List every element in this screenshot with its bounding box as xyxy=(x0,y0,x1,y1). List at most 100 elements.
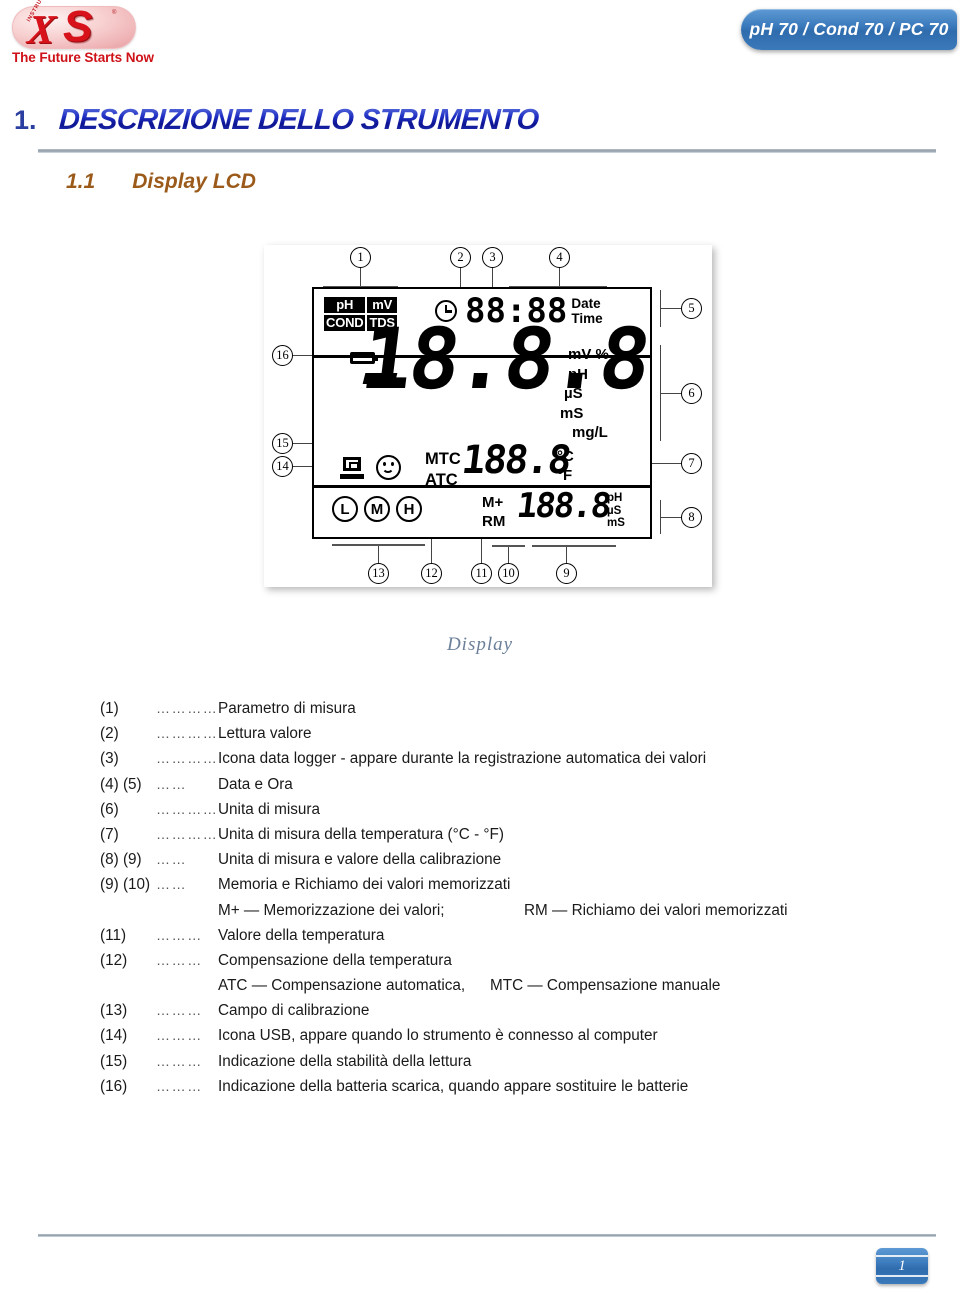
callout-13-leader xyxy=(378,545,380,563)
memory-value: 188.8 xyxy=(514,486,612,526)
legend-number: (16) xyxy=(100,1077,128,1095)
legend-dots: ………… xyxy=(156,700,218,716)
callout-5: 5 xyxy=(681,298,702,319)
legend-dots: ………… xyxy=(156,825,218,842)
callout-13: 13 xyxy=(368,563,389,584)
legend-text: Icona data logger - appare durante la re… xyxy=(218,750,707,768)
legend-text: Unita di misura della temperatura (°C - … xyxy=(218,825,504,843)
logo-tagline: The Future Starts Now xyxy=(12,50,154,65)
subsection-title: Display LCD xyxy=(132,170,256,193)
legend-dots: ……… xyxy=(156,1052,203,1069)
figure-caption: Display xyxy=(446,634,514,655)
legend-dots: ……… xyxy=(156,1077,203,1094)
callout-6-bracket xyxy=(660,345,662,441)
legend-item-8-9: (8) (9) …… Unita di misura e valore dell… xyxy=(100,851,900,869)
legend-item-9-10: (9) (10) …… Memoria e Richiamo dei valor… xyxy=(100,876,900,894)
callout-8: 8 xyxy=(681,507,702,528)
legend-number: (13) xyxy=(100,1002,128,1020)
callout-2: 2 xyxy=(450,247,471,268)
subsection-heading: 1.1 Display LCD xyxy=(66,170,256,194)
callout-8-bracket xyxy=(660,500,662,534)
legend-item-1: (1) ………… Parametro di misura xyxy=(100,700,900,718)
smiley-mouth xyxy=(382,465,394,473)
legend-item-11: (11) ……… Valore della temperatura xyxy=(100,927,900,945)
memory-unit-ms: mS xyxy=(607,517,625,529)
calibration-range-indicators: L M H xyxy=(332,496,422,522)
legend-item-15: (15) ……… Indicazione della stabilità del… xyxy=(100,1053,900,1071)
subsection-number: 1.1 xyxy=(66,170,96,193)
usb-base-part xyxy=(340,474,364,479)
section-title: DESCRIZIONE DELLO STRUMENTO xyxy=(57,104,539,136)
legend-number: (1) xyxy=(100,700,119,717)
legend-list: (1) ………… Parametro di misura (2) ………… Le… xyxy=(100,700,900,1103)
callout-6: 6 xyxy=(681,383,702,404)
memory-unit-us: µS xyxy=(607,504,622,517)
legend-text: Icona USB, appare quando lo strumento è … xyxy=(218,1027,658,1045)
legend-memory-note-store: M+ — Memorizzazione dei valori; xyxy=(218,901,445,919)
legend-number: (2) xyxy=(100,725,119,743)
brand-logo: X S INSTRUMENTS ® The Future Starts Now xyxy=(8,0,188,76)
section-divider xyxy=(38,149,936,153)
callout-1: 1 xyxy=(350,247,371,268)
model-badge: pH 70 / Cond 70 / PC 70 xyxy=(741,9,957,50)
legend-dots: ……… xyxy=(156,926,203,943)
callout-15: 15 xyxy=(272,433,293,454)
callout-4-leader xyxy=(559,268,561,287)
legend-item-16: (16) ……… Indicazione della batteria scar… xyxy=(100,1078,900,1096)
legend-text: Unita di misura xyxy=(218,800,321,818)
legend-number: (12) xyxy=(100,951,128,969)
temperature-unit-labels: °C °F xyxy=(557,447,574,485)
usb-computer-icon xyxy=(340,457,364,479)
legend-dots: …… xyxy=(156,775,188,792)
callout-14: 14 xyxy=(272,456,293,477)
legend-text: Data e Ora xyxy=(218,775,293,793)
unit-us: µS xyxy=(564,385,583,402)
unit-ms: mS xyxy=(560,404,584,422)
legend-number: (3) xyxy=(100,750,119,768)
callout-6-leader xyxy=(661,393,681,395)
legend-number: (6) xyxy=(100,800,119,818)
memory-recall-label: RM xyxy=(482,512,506,530)
legend-text: Indicazione della batteria scarica, quan… xyxy=(218,1077,689,1095)
legend-item-7: (7) ………… Unita di misura della temperatu… xyxy=(100,826,900,844)
callout-1-leader xyxy=(360,268,362,287)
legend-text: Indicazione della stabilità della lettur… xyxy=(218,1052,472,1070)
callout-10: 10 xyxy=(498,563,519,584)
page-header: X S INSTRUMENTS ® The Future Starts Now … xyxy=(0,0,960,84)
usb-screen-part xyxy=(343,457,361,471)
callout-13-tick xyxy=(332,544,425,546)
cal-range-low: L xyxy=(332,496,358,522)
legend-text: Lettura valore xyxy=(218,725,312,743)
page-number: 1 xyxy=(898,1257,906,1274)
legend-number: (8) (9) xyxy=(100,851,142,869)
callout-5-leader xyxy=(661,308,681,310)
memory-unit-labels: pH µS mS xyxy=(607,492,625,530)
callout-10-tick xyxy=(492,545,525,547)
memory-labels: M+ RM xyxy=(482,494,505,531)
section-number: 1. xyxy=(14,105,37,135)
memory-unit-ph: pH xyxy=(607,492,623,504)
legend-text: Campo di calibrazione xyxy=(218,1002,370,1020)
smiley-stability-icon xyxy=(376,455,401,480)
legend-number: (14) xyxy=(100,1027,128,1045)
legend-item-13: (13) ……… Campo di calibrazione xyxy=(100,1002,900,1020)
section-heading: 1. DESCRIZIONE DELLO STRUMENTO xyxy=(14,104,714,146)
callout-5-bracket xyxy=(660,290,662,327)
fahrenheit-label: °F xyxy=(557,467,573,484)
callout-9-tick xyxy=(532,545,616,547)
legend-memory-note: M+ — Memorizzazione dei valori; RM — Ric… xyxy=(218,902,900,920)
legend-text: Unita di misura e valore della calibrazi… xyxy=(218,851,502,869)
temperature-value: 188.8 xyxy=(459,438,573,483)
unit-mv-percent: mV % xyxy=(568,346,609,363)
memory-store-label: M+ xyxy=(482,494,504,511)
cal-range-high: H xyxy=(396,496,422,522)
legend-dots: …… xyxy=(156,851,188,868)
page-number-badge: 1 xyxy=(876,1248,928,1284)
param-ph: pH xyxy=(324,297,366,313)
unit-ph: pH xyxy=(568,365,588,383)
legend-item-2: (2) ………… Lettura valore xyxy=(100,725,900,743)
legend-dots: …… xyxy=(156,876,188,893)
legend-number: (11) xyxy=(100,926,127,944)
logo-letter-s: S xyxy=(63,2,93,51)
legend-text: Parametro di misura xyxy=(218,700,356,717)
